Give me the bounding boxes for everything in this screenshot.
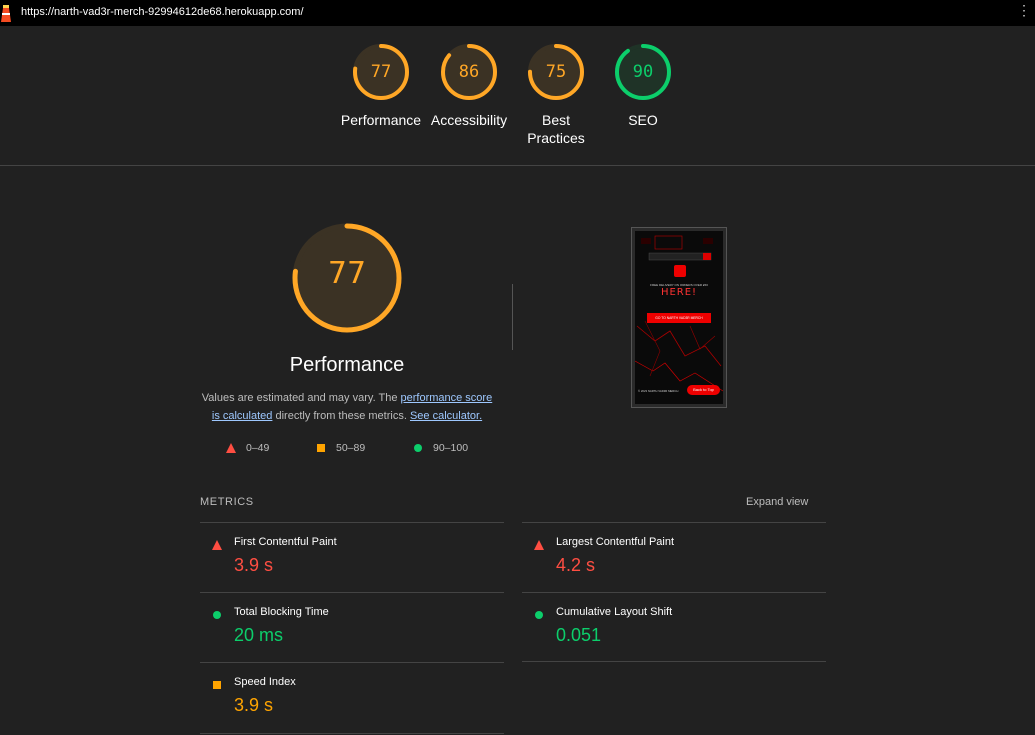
gauge-score: 75 bbox=[545, 62, 567, 82]
gauge-label: Best Practices bbox=[527, 112, 585, 146]
metric-name: Largest Contentful Paint bbox=[556, 536, 675, 548]
metric-speed-index: Speed Index 3.9 s bbox=[200, 662, 504, 734]
metric-value: 3.9 s bbox=[234, 695, 274, 715]
metric-value: 4.2 s bbox=[556, 555, 596, 575]
gauge-label: Performance bbox=[340, 112, 422, 128]
screenshot-headline: HERE! bbox=[660, 287, 698, 298]
desc-text: Values are estimated and may vary. The bbox=[201, 392, 401, 404]
performance-gauge: 77 bbox=[291, 222, 403, 334]
screenshot-footer: © 2023 NARTH VAD3R MERCH bbox=[638, 389, 679, 393]
metric-total-blocking-time: Total Blocking Time 20 ms bbox=[200, 592, 504, 662]
circle-icon bbox=[535, 611, 543, 619]
metric-value: 3.9 s bbox=[234, 555, 274, 575]
performance-score: 77 bbox=[327, 256, 367, 291]
metric-value: 0.051 bbox=[556, 625, 602, 645]
metric-value: 20 ms bbox=[234, 625, 284, 645]
screenshot-back-to-top: Back to Top bbox=[693, 387, 714, 392]
square-icon bbox=[317, 444, 325, 452]
metric-name: Total Blocking Time bbox=[234, 606, 329, 618]
calculator-link[interactable]: See calculator. bbox=[410, 410, 482, 422]
gauge-score: 77 bbox=[370, 62, 392, 82]
lighthouse-icon bbox=[1, 5, 11, 22]
circle-icon bbox=[414, 444, 422, 452]
expand-view-button[interactable]: Expand view bbox=[746, 496, 808, 508]
gauge-score: 90 bbox=[632, 62, 654, 82]
gauge-seo[interactable]: 90 SEO bbox=[593, 43, 693, 129]
circle-icon bbox=[213, 611, 221, 619]
square-icon bbox=[213, 681, 221, 689]
triangle-icon bbox=[212, 540, 222, 550]
metric-name: First Contentful Paint bbox=[234, 536, 337, 548]
metric-cumulative-layout-shift: Cumulative Layout Shift 0.051 bbox=[522, 592, 826, 662]
gauge-best-practices[interactable]: 75 Best Practices bbox=[506, 43, 606, 147]
gauge-performance[interactable]: 77 Performance bbox=[331, 43, 431, 129]
legend-label: 0–49 bbox=[246, 442, 270, 454]
metrics-heading: METRICS bbox=[200, 496, 254, 508]
divider bbox=[512, 284, 513, 350]
legend-label: 90–100 bbox=[433, 442, 469, 454]
gauge-label: SEO bbox=[628, 112, 658, 128]
metric-first-contentful-paint: First Contentful Paint 3.9 s bbox=[200, 522, 504, 592]
metric-name: Cumulative Layout Shift bbox=[556, 606, 673, 618]
page-url[interactable]: https://narth-vad3r-merch-92994612de68.h… bbox=[21, 6, 304, 18]
score-summary: 77 Performance 86 Accessibility 75 Best … bbox=[0, 26, 1035, 166]
triangle-icon bbox=[534, 540, 544, 550]
performance-title: Performance bbox=[289, 354, 405, 376]
screenshot-content: FREE DELIVERY ON ORDERS OVER £50 HERE! G… bbox=[635, 231, 723, 404]
desc-text: directly from these metrics. bbox=[272, 410, 410, 422]
url-bar: https://narth-vad3r-merch-92994612de68.h… bbox=[0, 0, 1035, 26]
gauge-accessibility[interactable]: 86 Accessibility bbox=[419, 43, 519, 129]
gauge-label: Accessibility bbox=[430, 112, 508, 128]
legend-label: 50–89 bbox=[336, 442, 366, 454]
more-vertical-icon[interactable]: ⋮ bbox=[1017, 3, 1031, 17]
screenshot-cta: GO TO NARTH VAD3R MERCH bbox=[647, 313, 711, 323]
gauge-score: 86 bbox=[458, 62, 480, 82]
metric-largest-contentful-paint: Largest Contentful Paint 4.2 s bbox=[522, 522, 826, 592]
performance-description: Values are estimated and may vary. The p… bbox=[200, 389, 494, 425]
triangle-icon bbox=[226, 443, 236, 453]
final-screenshot[interactable]: FREE DELIVERY ON ORDERS OVER £50 HERE! G… bbox=[631, 227, 727, 408]
metric-name: Speed Index bbox=[234, 676, 296, 688]
